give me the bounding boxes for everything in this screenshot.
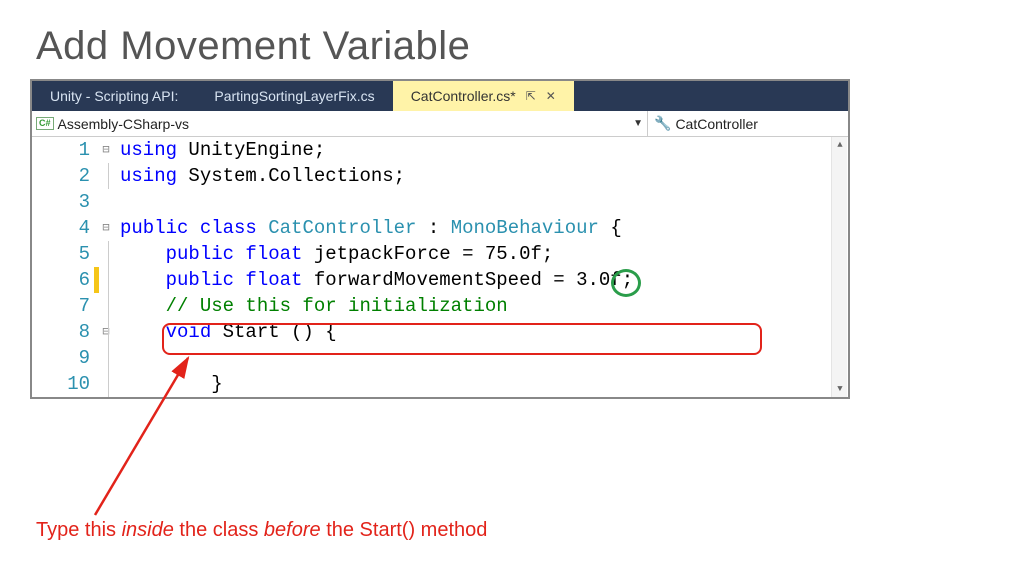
- nav-bar: C# Assembly-CSharp-vs ▼ 🔧 CatController: [32, 111, 848, 137]
- fold-column[interactable]: ⊟ ⊟ ⊟: [96, 137, 116, 397]
- scope-label: Assembly-CSharp-vs: [58, 116, 189, 132]
- modified-line-indicator: [94, 267, 99, 293]
- tab-catcontroller[interactable]: CatController.cs* ⇱ ✕: [393, 81, 574, 111]
- fold-toggle-icon[interactable]: ⊟: [96, 319, 116, 345]
- close-icon[interactable]: ✕: [546, 89, 556, 103]
- pin-icon[interactable]: ⇱: [526, 89, 536, 103]
- annotation-caption: Type this inside the class before the St…: [36, 519, 487, 542]
- fold-toggle-icon[interactable]: ⊟: [96, 215, 116, 241]
- tab-unity-api[interactable]: Unity - Scripting API:: [32, 81, 196, 111]
- fold-guide: [108, 163, 109, 189]
- vertical-scrollbar[interactable]: ▲ ▼: [831, 137, 847, 397]
- line-numbers: 12345678910: [58, 137, 96, 397]
- scroll-down-icon[interactable]: ▼: [832, 381, 848, 397]
- tab-bar: Unity - Scripting API: PartingSortingLay…: [32, 81, 848, 111]
- fold-toggle-icon[interactable]: ⊟: [96, 137, 116, 163]
- fold-guide: [108, 241, 109, 397]
- selection-margin: [32, 137, 58, 397]
- scope-dropdown[interactable]: C# Assembly-CSharp-vs ▼: [32, 111, 648, 136]
- slide-title: Add Movement Variable: [0, 0, 1024, 79]
- scroll-up-icon[interactable]: ▲: [832, 137, 848, 153]
- annotation-circle: [611, 269, 641, 297]
- code-text[interactable]: using UnityEngine; using System.Collecti…: [116, 137, 848, 397]
- member-dropdown[interactable]: 🔧 CatController: [648, 111, 848, 136]
- class-icon: 🔧: [654, 115, 671, 132]
- annotation-box: [162, 323, 762, 355]
- member-label: CatController: [675, 116, 757, 132]
- csharp-badge-icon: C#: [36, 117, 54, 130]
- tab-label: CatController.cs*: [411, 88, 516, 104]
- chevron-down-icon: ▼: [633, 118, 643, 129]
- code-area[interactable]: 12345678910 ⊟ ⊟ ⊟ using UnityEngine; usi…: [32, 137, 848, 397]
- tab-partingsortinglayerfix[interactable]: PartingSortingLayerFix.cs: [196, 81, 392, 111]
